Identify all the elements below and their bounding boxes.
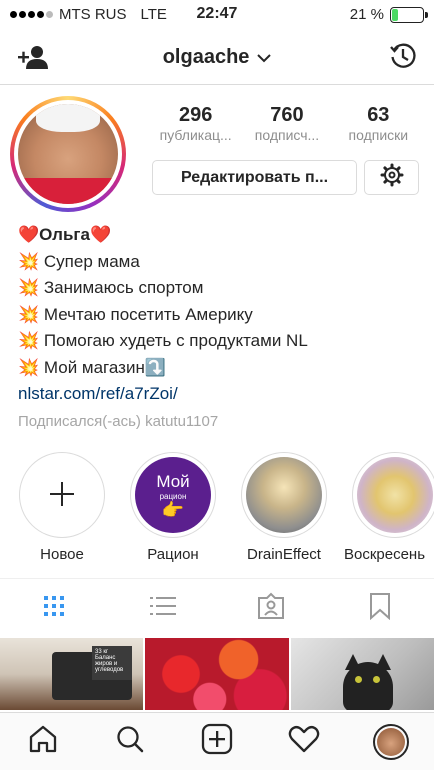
highlight-label: Воскресень — [344, 546, 426, 563]
avatar-photo-detail — [18, 178, 118, 204]
stat-value: 760 — [270, 104, 304, 126]
grid-icon — [42, 594, 66, 623]
search-icon — [115, 724, 145, 759]
post-image-text: 33 кг Баланс жиров и углеводов — [92, 646, 132, 680]
highlight-item[interactable]: Воскресень — [344, 452, 434, 563]
post-thumbnail[interactable]: 33 кг Баланс жиров и углеводов — [0, 638, 144, 710]
nav-search[interactable] — [87, 713, 174, 770]
username: olgaache — [162, 46, 250, 68]
highlight-cover[interactable] — [241, 452, 327, 538]
post-image-detail — [342, 662, 393, 710]
profile-tabs — [0, 588, 434, 628]
stat-value: 296 — [178, 104, 213, 126]
followed-by-text[interactable]: Подписался(-ась) katutu1107 — [18, 412, 418, 432]
pointing-hand-icon: 👉 — [161, 499, 185, 520]
battery-percentage: 21 % — [349, 6, 384, 23]
list-icon — [149, 594, 177, 623]
avatar-photo-detail — [36, 104, 100, 132]
highlight-cover-text: Мой — [156, 471, 190, 491]
settings-button[interactable] — [364, 160, 419, 195]
bio-line: 💥 Мечтаю посетить Америку — [18, 304, 253, 324]
gear-icon — [380, 163, 404, 192]
profile-name: ❤️Ольга❤️ — [18, 225, 112, 244]
highlight-label: DrainEffect — [247, 546, 321, 563]
new-highlight[interactable]: Новое — [13, 452, 111, 563]
post-image-detail — [372, 676, 380, 683]
stat-label: подписки — [348, 127, 409, 143]
highlight-image: Мой рацион 👉 — [135, 457, 211, 533]
highlight-item[interactable]: DrainEffect — [235, 452, 333, 563]
tagged-icon — [256, 591, 286, 626]
highlight-label: Новое — [40, 546, 84, 563]
profile-bio: ❤️Ольга❤️ 💥 Супер мама 💥 Занимаюсь спорт… — [18, 222, 418, 432]
tab-tagged[interactable] — [217, 588, 326, 628]
bio-line: 💥 Занимаюсь спортом — [18, 278, 204, 297]
post-thumbnail[interactable] — [145, 638, 289, 710]
bio-link[interactable]: nlstar.com/ref/a7rZoi/ — [18, 381, 418, 408]
avatar-border — [14, 100, 122, 208]
profile-avatar[interactable] — [10, 96, 126, 212]
status-bar: MTS RUS LTE 22:47 21 % — [0, 0, 434, 30]
profile-header: olgaache — [0, 36, 434, 80]
bio-line: 💥 Супер мама — [18, 251, 140, 271]
plus-icon — [49, 476, 75, 514]
stat-label: публикац... — [159, 127, 232, 143]
story-highlights: Новое Мой рацион 👉 Рацион DrainEffect Во… — [0, 452, 434, 572]
nav-activity[interactable] — [260, 713, 347, 770]
highlight-cover[interactable]: Мой рацион 👉 — [130, 452, 216, 538]
tab-saved[interactable] — [326, 588, 434, 628]
tabs-divider — [0, 578, 434, 579]
home-icon — [28, 724, 58, 759]
highlight-image — [357, 457, 433, 533]
edit-profile-button[interactable]: Редактировать п... — [152, 160, 357, 195]
archive-history-icon[interactable] — [388, 41, 418, 76]
battery-icon — [390, 6, 428, 23]
header-divider — [0, 84, 434, 85]
username-switcher[interactable]: olgaache — [0, 46, 434, 69]
tab-grid[interactable] — [0, 588, 109, 628]
tab-list[interactable] — [109, 588, 218, 628]
stat-label: подписч... — [254, 127, 320, 143]
highlight-cover[interactable] — [352, 452, 434, 538]
nav-new-post[interactable] — [174, 713, 261, 770]
battery-info: 21 % — [349, 6, 428, 23]
bio-line: 💥 Мой магазин⤵️ — [18, 357, 166, 377]
profile-stats: 296 публикац... 760 подписч... 63 подпис… — [150, 104, 424, 143]
bio-line: 💥 Помогаю худеть с продуктами NL — [18, 331, 308, 350]
activity-icon — [288, 724, 320, 759]
chevron-down-icon — [253, 50, 272, 66]
new-post-icon — [201, 723, 233, 760]
stat-value: 63 — [367, 104, 390, 126]
stat-followers[interactable]: 760 подписч... — [241, 104, 332, 143]
post-thumbnail[interactable] — [290, 638, 434, 710]
stat-following[interactable]: 63 подписки — [333, 104, 424, 143]
nav-profile[interactable] — [347, 713, 434, 770]
avatar-photo — [18, 104, 118, 204]
nav-home[interactable] — [0, 713, 87, 770]
saved-icon — [368, 592, 392, 625]
new-highlight-button[interactable] — [19, 452, 105, 538]
highlight-image — [246, 457, 322, 533]
profile-avatar — [372, 723, 409, 760]
profile-avatar-image — [376, 727, 405, 756]
posts-grid: 33 кг Баланс жиров и углеводов — [0, 638, 434, 710]
highlight-item[interactable]: Мой рацион 👉 Рацион — [124, 452, 222, 563]
highlight-label: Рацион — [147, 546, 199, 563]
bottom-navigation — [0, 712, 434, 770]
stat-posts[interactable]: 296 публикац... — [150, 104, 241, 143]
post-image-detail — [354, 676, 362, 683]
